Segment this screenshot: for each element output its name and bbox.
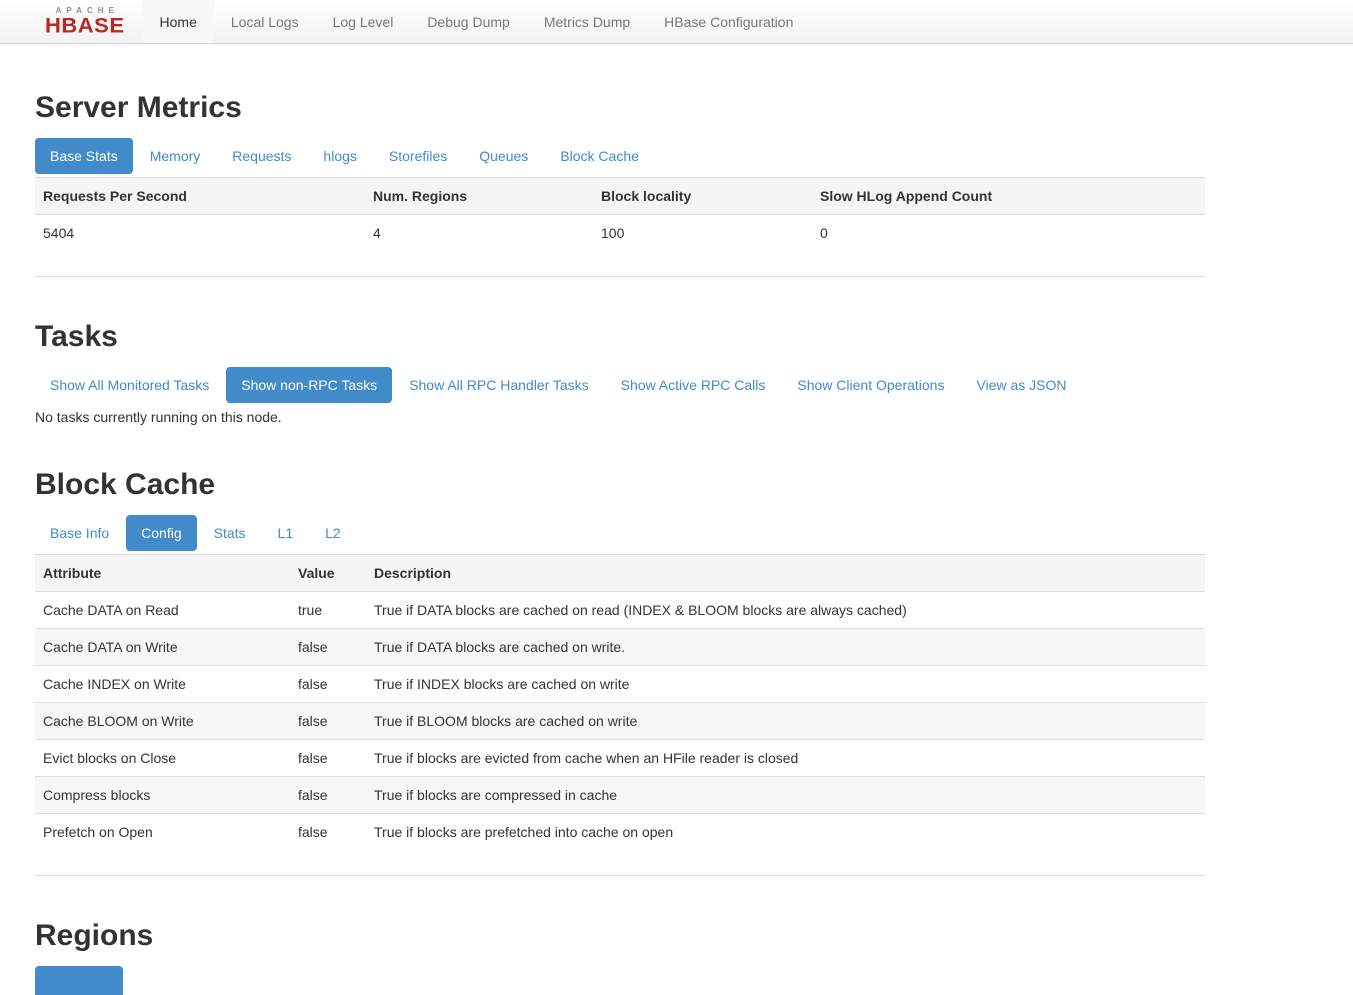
tab-requests[interactable]: Requests xyxy=(217,138,306,174)
attribute-cell: Evict blocks on Close xyxy=(35,740,290,777)
server-metrics-table: Requests Per Second Num. Regions Block l… xyxy=(35,177,1205,251)
attribute-cell: Compress blocks xyxy=(35,777,290,814)
nav-item-local-logs[interactable]: Local Logs xyxy=(214,0,316,43)
regions-section: Regions xyxy=(35,919,1205,995)
server-metrics-title: Server Metrics xyxy=(35,91,1205,125)
requests-per-second-value: 5404 xyxy=(35,215,365,252)
col-header-requests-per-second: Requests Per Second xyxy=(35,178,365,215)
block-cache-tabs: Base Info Config Stats L1 L2 xyxy=(35,515,1205,551)
tab-memory[interactable]: Memory xyxy=(135,138,216,174)
attribute-cell: Cache DATA on Read xyxy=(35,592,290,629)
value-cell: false xyxy=(290,740,366,777)
table-header-row: Requests Per Second Num. Regions Block l… xyxy=(35,178,1205,215)
table-row: 5404 4 100 0 xyxy=(35,215,1205,252)
block-cache-section: Block Cache Base Info Config Stats L1 L2… xyxy=(35,468,1205,876)
attribute-cell: Cache INDEX on Write xyxy=(35,666,290,703)
slow-hlog-append-count-value: 0 xyxy=(812,215,1205,252)
description-cell: True if blocks are compressed in cache xyxy=(366,777,1205,814)
regions-title: Regions xyxy=(35,919,1205,953)
description-cell: True if blocks are evicted from cache wh… xyxy=(366,740,1205,777)
value-cell: true xyxy=(290,592,366,629)
page-content: Server Metrics Base Stats Memory Request… xyxy=(35,91,1205,995)
description-cell: True if DATA blocks are cached on write. xyxy=(366,629,1205,666)
hbase-logo[interactable]: APACHE HBASE xyxy=(45,0,125,43)
tab-show-all-rpc-handler-tasks[interactable]: Show All RPC Handler Tasks xyxy=(394,367,603,403)
value-cell: false xyxy=(290,777,366,814)
table-row: Cache DATA on Read true True if DATA blo… xyxy=(35,592,1205,629)
tasks-section: Tasks Show All Monitored Tasks Show non-… xyxy=(35,320,1205,425)
nav-item-log-level[interactable]: Log Level xyxy=(316,0,411,43)
block-cache-title: Block Cache xyxy=(35,468,1205,502)
tab-storefiles[interactable]: Storefiles xyxy=(374,138,462,174)
value-cell: false xyxy=(290,666,366,703)
tab-config[interactable]: Config xyxy=(126,515,196,551)
server-metrics-section: Server Metrics Base Stats Memory Request… xyxy=(35,91,1205,277)
tab-view-as-json[interactable]: View as JSON xyxy=(961,367,1081,403)
col-header-block-locality: Block locality xyxy=(593,178,812,215)
col-header-slow-hlog-append-count: Slow HLog Append Count xyxy=(812,178,1205,215)
attribute-cell: Cache DATA on Write xyxy=(35,629,290,666)
tab-hlogs[interactable]: hlogs xyxy=(308,138,371,174)
num-regions-value: 4 xyxy=(365,215,593,252)
tab-stats[interactable]: Stats xyxy=(199,515,261,551)
col-header-value: Value xyxy=(290,555,366,592)
col-header-num-regions: Num. Regions xyxy=(365,178,593,215)
tab-block-cache[interactable]: Block Cache xyxy=(545,138,654,174)
main-nav: Home Local Logs Log Level Debug Dump Met… xyxy=(143,0,811,43)
description-cell: True if DATA blocks are cached on read (… xyxy=(366,592,1205,629)
table-row: Evict blocks on Close false True if bloc… xyxy=(35,740,1205,777)
tab-show-client-operations[interactable]: Show Client Operations xyxy=(782,367,959,403)
nav-item-hbase-configuration[interactable]: HBase Configuration xyxy=(647,0,810,43)
tab-l1[interactable]: L1 xyxy=(263,515,309,551)
description-cell: True if BLOOM blocks are cached on write xyxy=(366,703,1205,740)
tab-l2[interactable]: L2 xyxy=(310,515,356,551)
tab-queues[interactable]: Queues xyxy=(464,138,543,174)
nav-item-debug-dump[interactable]: Debug Dump xyxy=(410,0,527,43)
top-navbar: APACHE HBASE Home Local Logs Log Level D… xyxy=(0,0,1353,44)
description-cell: True if INDEX blocks are cached on write xyxy=(366,666,1205,703)
col-header-attribute: Attribute xyxy=(35,555,290,592)
server-metrics-tabs: Base Stats Memory Requests hlogs Storefi… xyxy=(35,138,1205,174)
value-cell: false xyxy=(290,814,366,851)
nav-item-metrics-dump[interactable]: Metrics Dump xyxy=(527,0,647,43)
col-header-description: Description xyxy=(366,555,1205,592)
table-header-row: Attribute Value Description xyxy=(35,555,1205,592)
tab-show-non-rpc-tasks[interactable]: Show non-RPC Tasks xyxy=(226,367,392,403)
attribute-cell: Cache BLOOM on Write xyxy=(35,703,290,740)
description-cell: True if blocks are prefetched into cache… xyxy=(366,814,1205,851)
tab-show-all-monitored-tasks[interactable]: Show All Monitored Tasks xyxy=(35,367,224,403)
nav-item-home[interactable]: Home xyxy=(143,0,214,43)
table-bottom-border xyxy=(35,850,1205,876)
table-row: Prefetch on Open false True if blocks ar… xyxy=(35,814,1205,851)
value-cell: false xyxy=(290,629,366,666)
block-cache-config-table: Attribute Value Description Cache DATA o… xyxy=(35,554,1205,850)
table-row: Cache BLOOM on Write false True if BLOOM… xyxy=(35,703,1205,740)
tasks-title: Tasks xyxy=(35,320,1205,354)
tab-base-info[interactable]: Base Info xyxy=(35,515,124,551)
table-row: Compress blocks false True if blocks are… xyxy=(35,777,1205,814)
table-row: Cache INDEX on Write false True if INDEX… xyxy=(35,666,1205,703)
regions-tab-partial[interactable] xyxy=(35,966,123,995)
no-tasks-message: No tasks currently running on this node. xyxy=(35,409,1205,425)
value-cell: false xyxy=(290,703,366,740)
block-locality-value: 100 xyxy=(593,215,812,252)
tab-show-active-rpc-calls[interactable]: Show Active RPC Calls xyxy=(606,367,781,403)
table-row: Cache DATA on Write false True if DATA b… xyxy=(35,629,1205,666)
table-bottom-border xyxy=(35,251,1205,277)
tab-base-stats[interactable]: Base Stats xyxy=(35,138,133,174)
tasks-tabs: Show All Monitored Tasks Show non-RPC Ta… xyxy=(35,367,1205,403)
logo-hbase-text: HBASE xyxy=(45,15,125,36)
attribute-cell: Prefetch on Open xyxy=(35,814,290,851)
